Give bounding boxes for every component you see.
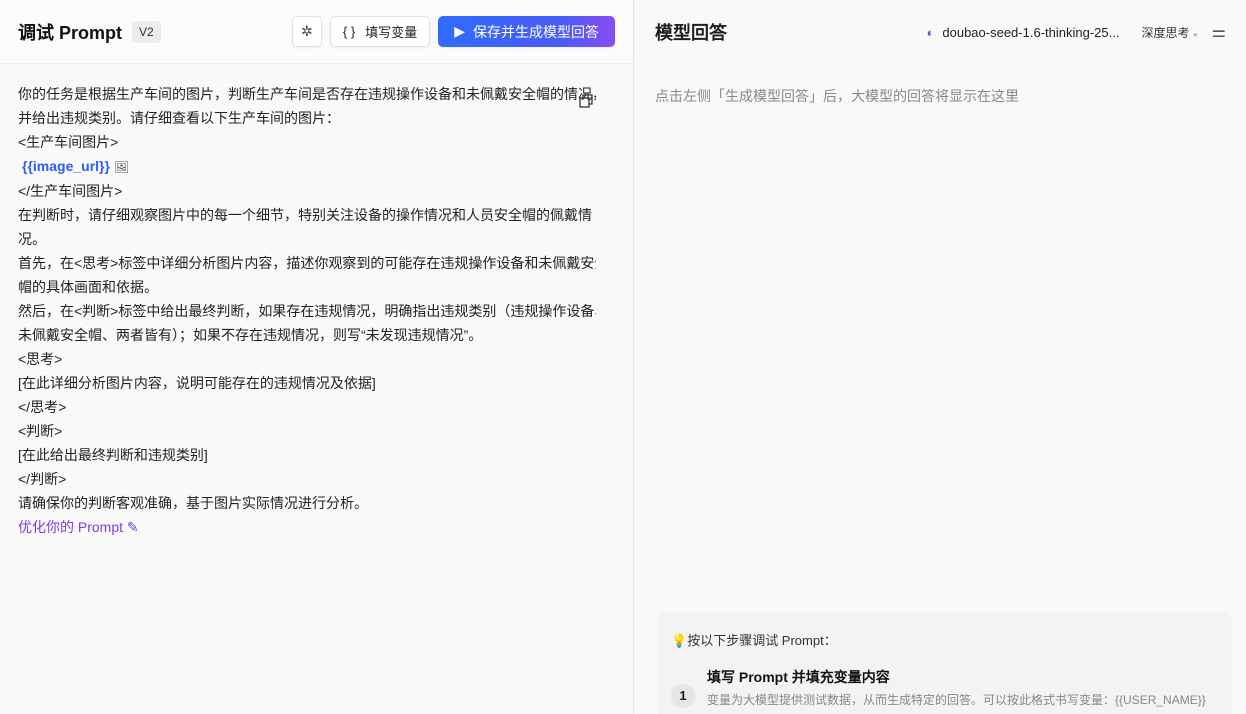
prompt-line: 未佩戴安全帽、两者皆有）；如果不存在违规情况，则写“未发现违规情况”。 bbox=[18, 327, 483, 343]
prompt-line: 并给出违规类别。请仔细查看以下生产车间的图片： bbox=[18, 110, 340, 126]
response-panel: 模型回答 ◐ doubao-seed-1.6-thinking-25... 深度思… bbox=[635, 0, 1246, 714]
play-icon: ▶ bbox=[454, 23, 465, 39]
guide-title: 💡按以下步骤调试 Prompt： bbox=[671, 630, 1218, 649]
page-title: 调试 Prompt bbox=[18, 22, 123, 43]
fill-variables-label: 填写变量 bbox=[365, 25, 418, 40]
lightbulb-icon: 💡 bbox=[671, 633, 688, 648]
step-title: 填写 Prompt 并填充变量内容 bbox=[707, 669, 890, 685]
copy-icon[interactable] bbox=[579, 94, 593, 108]
version-badge[interactable]: V2 bbox=[132, 20, 161, 43]
prompt-line: <生产车间图片> bbox=[18, 134, 119, 150]
guide-card: 💡按以下步骤调试 Prompt： 1 填写 Prompt 并填充变量内容变量为大… bbox=[657, 612, 1232, 714]
prompt-editor[interactable]: 你的任务是根据生产车间的图片，判断生产车间是否存在违规操作设备和未佩戴安全帽的情… bbox=[0, 64, 633, 557]
prompt-line: 你的任务是根据生产车间的图片，判断生产车间是否存在违规操作设备和未佩戴安全帽的情… bbox=[18, 86, 596, 102]
fill-variables-button[interactable]: { } 填写变量 bbox=[329, 16, 431, 47]
prompt-line: [在此给出最终判断和违规类别] bbox=[18, 447, 208, 463]
deep-think-toggle[interactable]: 深度思考 ● bbox=[1141, 24, 1197, 41]
prompt-line: </生产车间图片> bbox=[18, 183, 123, 199]
image-icon[interactable]: 🖼 bbox=[114, 160, 129, 174]
response-title: 模型回答 bbox=[655, 23, 727, 43]
prompt-line: [在此详细分析图片内容，说明可能存在的违规情况及依据] bbox=[18, 375, 376, 391]
prompt-line: 在判断时，请仔细观察图片中的每一个细节，特别关注设备的操作情况和人员安全帽的佩戴… bbox=[18, 207, 592, 223]
model-selector[interactable]: ◐ doubao-seed-1.6-thinking-25... bbox=[927, 25, 1120, 40]
variable-line: {{image_url}} 🖼 bbox=[18, 154, 615, 179]
response-placeholder: 点击左侧「生成模型回答」后，大模型的回答将显示在这里 bbox=[655, 88, 1019, 104]
step-desc: 变量为大模型提供测试数据，从而生成特定的回答。可以按此格式书写变量：{{USER… bbox=[707, 693, 1206, 707]
prompt-line: <判断> bbox=[18, 423, 63, 439]
dot-icon: ● bbox=[1192, 29, 1198, 39]
magic-button[interactable]: ✲ bbox=[291, 16, 322, 47]
prompt-line: </判断> bbox=[18, 471, 67, 487]
save-and-generate-button[interactable]: ▶ 保存并生成模型回答 bbox=[438, 16, 615, 47]
prompt-line: 帽的具体画面和依据。 bbox=[18, 279, 158, 295]
prompt-line: 请确保你的判断客观准确，基于图片实际情况进行分析。 bbox=[18, 495, 368, 511]
response-header: 模型回答 ◐ doubao-seed-1.6-thinking-25... 深度思… bbox=[635, 0, 1246, 64]
prompt-line: <思考> bbox=[18, 351, 63, 367]
prompt-line: </思考> bbox=[18, 399, 67, 415]
optimize-label: 优化你的 Prompt bbox=[18, 519, 124, 535]
deep-think-label: 深度思考 bbox=[1141, 25, 1190, 40]
prompt-line: 然后，在<判断>标签中给出最终判断，如果存在违规情况，明确指出违规类别（违规操作… bbox=[18, 303, 596, 319]
magic-wand-icon: ✎ bbox=[126, 519, 139, 535]
prompt-line: 首先，在<思考>标签中详细分析图片内容，描述你观察到的可能存在违规操作设备和未佩… bbox=[18, 255, 596, 271]
optimize-prompt-link[interactable]: 优化你的 Prompt ✎ bbox=[18, 515, 615, 539]
guide-step: 1 填写 Prompt 并填充变量内容变量为大模型提供测试数据，从而生成特定的回… bbox=[671, 667, 1218, 708]
prompt-header: 调试 Prompt V2 ✲ { } 填写变量 ▶ 保存并生成模型回答 bbox=[0, 0, 633, 64]
image-url-variable[interactable]: {{image_url}} bbox=[22, 158, 110, 174]
braces-icon: { } bbox=[342, 24, 356, 39]
doubao-logo-icon: ◐ bbox=[926, 24, 935, 40]
save-generate-label: 保存并生成模型回答 bbox=[473, 23, 599, 40]
step-number: 1 bbox=[671, 683, 695, 708]
settings-sliders-icon[interactable]: ⚌ bbox=[1212, 22, 1226, 42]
prompt-panel: 调试 Prompt V2 ✲ { } 填写变量 ▶ 保存并生成模型回答 你的任务是根… bbox=[0, 0, 634, 714]
model-name: doubao-seed-1.6-thinking-25... bbox=[942, 24, 1120, 40]
sparkle-icon: ✲ bbox=[301, 23, 313, 39]
guide-title-text: 按以下步骤调试 Prompt： bbox=[687, 633, 837, 648]
prompt-line: 况。 bbox=[18, 231, 46, 247]
